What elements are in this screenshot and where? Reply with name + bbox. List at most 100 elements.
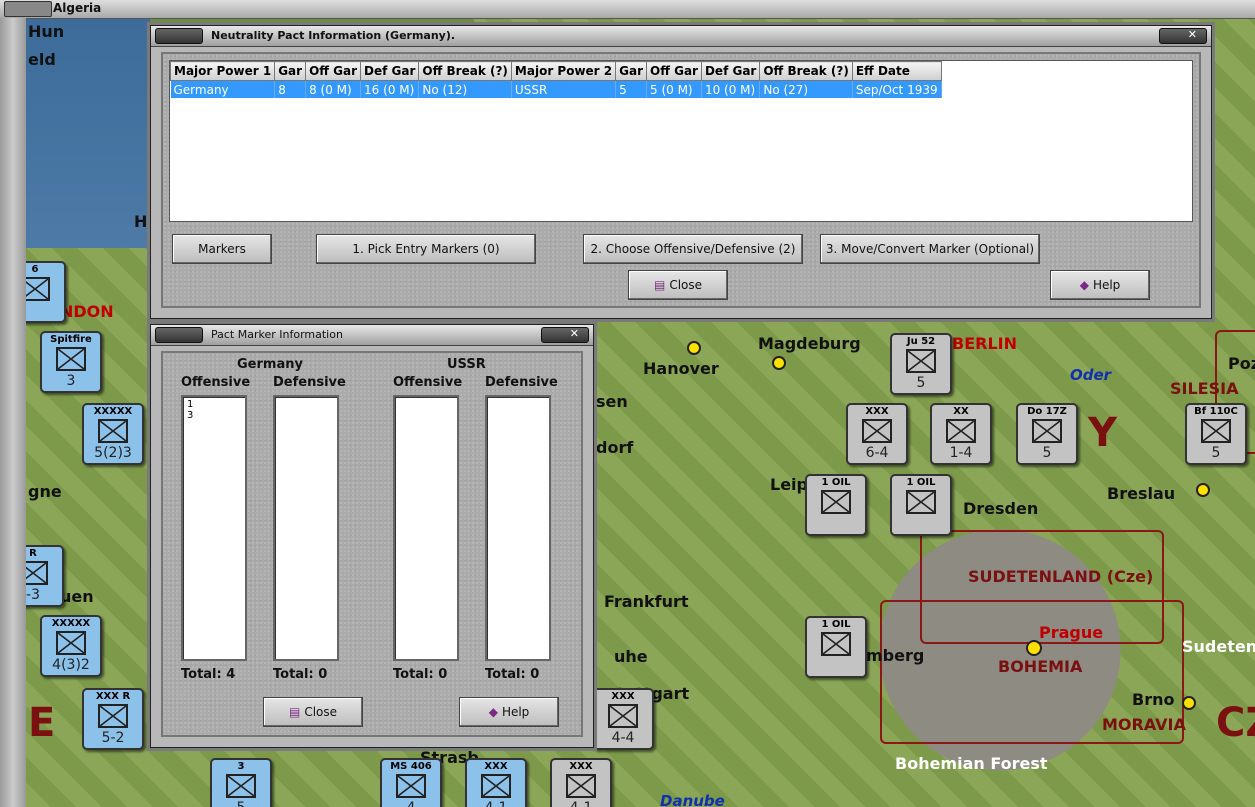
map-label: uen: [60, 587, 94, 606]
unit-counter-tag: 1 OIL: [821, 619, 851, 630]
move-convert-marker-button[interactable]: 3. Move/Convert Marker (Optional): [820, 234, 1040, 264]
ussr-defensive-list[interactable]: [485, 395, 551, 661]
ussr-defensive-heading: Defensive: [485, 375, 558, 390]
column-header[interactable]: Def Gar: [700, 61, 761, 81]
unit-counter[interactable]: XXX 6-4: [846, 403, 908, 465]
pact-window-titlebar[interactable]: Pact Marker Information ✕: [151, 325, 593, 346]
unit-counter[interactable]: 1 OIL: [890, 474, 952, 536]
unit-counter[interactable]: 35: [210, 758, 272, 807]
window-close-button[interactable]: [1159, 28, 1207, 44]
germany-defensive-list[interactable]: [273, 395, 339, 661]
close-door-icon: ▤: [288, 705, 301, 719]
map-label: BOHEMIA: [998, 657, 1083, 676]
table-cell: USSR: [511, 80, 617, 98]
list-item[interactable]: 3: [187, 410, 241, 421]
unit-symbol-icon: [1201, 419, 1231, 443]
markers-button[interactable]: Markers: [172, 234, 272, 264]
unit-counter[interactable]: 1 OIL: [805, 616, 867, 678]
help-book-icon: ◆: [1079, 278, 1089, 292]
top-title-bar: Algeria: [0, 0, 1255, 19]
unit-counter[interactable]: Spitfire 3: [40, 331, 102, 393]
window-menu-button[interactable]: [155, 327, 203, 343]
unit-counter[interactable]: XXXXX 5(2)3: [82, 403, 144, 465]
map-label: mberg: [866, 646, 925, 665]
table-cell: Germany: [170, 80, 276, 98]
map-label: Y: [1088, 410, 1117, 456]
unit-counter-value: 4(3)2: [52, 657, 90, 673]
neutrality-window-titlebar[interactable]: Neutrality Pact Information (Germany). ✕: [151, 26, 1211, 47]
column-header[interactable]: Off Break (?): [418, 61, 512, 81]
unit-counter[interactable]: 1 OIL: [805, 474, 867, 536]
unit-counter[interactable]: Bf 110C 5: [1185, 403, 1247, 465]
unit-counter-tag: XXX: [865, 406, 889, 417]
help-button-label: Help: [1092, 278, 1121, 292]
unit-counter[interactable]: MS 406 4: [380, 758, 442, 807]
unit-counter[interactable]: XXX 4-1: [465, 758, 527, 807]
pact-close-button[interactable]: ▤ Close: [263, 697, 363, 727]
unit-symbol-icon: [821, 632, 851, 656]
markers-button-label: Markers: [198, 242, 246, 256]
unit-counter-value: 5: [1042, 445, 1052, 461]
map-label: uhe: [614, 647, 648, 666]
unit-counter[interactable]: XXX 4-1: [550, 758, 612, 807]
left-frame-strip: [0, 18, 26, 807]
unit-counter[interactable]: Do 17Z 5: [1016, 403, 1078, 465]
window-control-button[interactable]: [4, 1, 52, 17]
germany-offensive-heading: Offensive: [181, 375, 251, 390]
map-label: SUDETENLAND (Cze): [968, 567, 1154, 586]
choose-offensive-defensive-button[interactable]: 2. Choose Offensive/Defensive (2): [583, 234, 803, 264]
choose-offensive-defensive-label: 2. Choose Offensive/Defensive (2): [590, 242, 796, 256]
column-header[interactable]: Off Break (?): [759, 61, 853, 81]
column-header[interactable]: Major Power 1: [169, 61, 276, 81]
close-button[interactable]: ▤ Close: [628, 270, 728, 300]
germany-heading: Germany: [237, 357, 303, 372]
pick-entry-markers-button[interactable]: 1. Pick Entry Markers (0): [316, 234, 536, 264]
unit-counter-tag: Bf 110C: [1194, 406, 1238, 417]
column-header[interactable]: Gar: [615, 61, 647, 81]
map-label: dorf: [596, 438, 634, 457]
move-convert-marker-label: 3. Move/Convert Marker (Optional): [825, 242, 1035, 256]
column-header[interactable]: Major Power 2: [510, 61, 617, 81]
unit-counter-value: 5: [1211, 445, 1221, 461]
help-button[interactable]: ◆ Help: [1050, 270, 1150, 300]
table-cell: 5 (0 M): [646, 80, 702, 98]
column-header[interactable]: Gar: [274, 61, 307, 81]
ussr-heading: USSR: [447, 357, 486, 372]
window-close-button[interactable]: [541, 327, 589, 343]
map-label: Breslau: [1107, 484, 1176, 503]
window-menu-button[interactable]: [155, 28, 203, 44]
map-label: sen: [596, 392, 628, 411]
column-header[interactable]: Def Gar: [360, 61, 420, 81]
map-label: gne: [28, 482, 62, 501]
city-marker: [687, 341, 701, 355]
unit-counter[interactable]: XXXXX 4(3)2: [40, 615, 102, 677]
map-label: Oder: [1070, 366, 1112, 384]
unit-counter-value: 5(2)3: [94, 445, 132, 461]
table-cell: 8: [274, 80, 307, 98]
list-item[interactable]: 1: [187, 399, 241, 410]
pact-table-body: Germany 8 8 (0 M) 16 (0 M) No (12) USSR 5 5 (0 …: [170, 80, 942, 98]
map-label: Brno: [1132, 690, 1175, 709]
pact-window-body: Germany USSR Offensive Defensive Offensi…: [161, 351, 583, 737]
unit-counter[interactable]: Ju 52 5: [890, 333, 952, 395]
unit-counter[interactable]: XXX 4-4: [592, 688, 654, 750]
column-header[interactable]: Off Gar: [646, 61, 702, 81]
unit-counter-tag: XXX R: [95, 691, 131, 702]
ussr-offensive-list[interactable]: [393, 395, 459, 661]
unit-counter[interactable]: XX 1-4: [930, 403, 992, 465]
column-header[interactable]: Eff Date: [851, 61, 942, 81]
map-label: NDON: [60, 302, 114, 321]
unit-symbol-icon: [98, 704, 128, 728]
column-header[interactable]: Off Gar: [305, 61, 362, 81]
unit-counter[interactable]: XXX R 5-2: [82, 688, 144, 750]
unit-counter-tag: 1 OIL: [906, 477, 936, 488]
pact-help-button[interactable]: ◆ Help: [459, 697, 559, 727]
unit-counter-tag: XXX: [484, 761, 508, 772]
table-row[interactable]: Germany 8 8 (0 M) 16 (0 M) No (12) USSR 5 5 (0 …: [170, 80, 942, 98]
pact-marker-window: Pact Marker Information ✕ Germany USSR O…: [150, 324, 594, 748]
map-label: Dresden: [963, 499, 1039, 518]
germany-offensive-list[interactable]: 13: [181, 395, 247, 661]
unit-counter-value: 4: [382, 800, 440, 807]
unit-symbol-icon: [98, 419, 128, 443]
table-cell: 10 (0 M): [701, 80, 761, 98]
